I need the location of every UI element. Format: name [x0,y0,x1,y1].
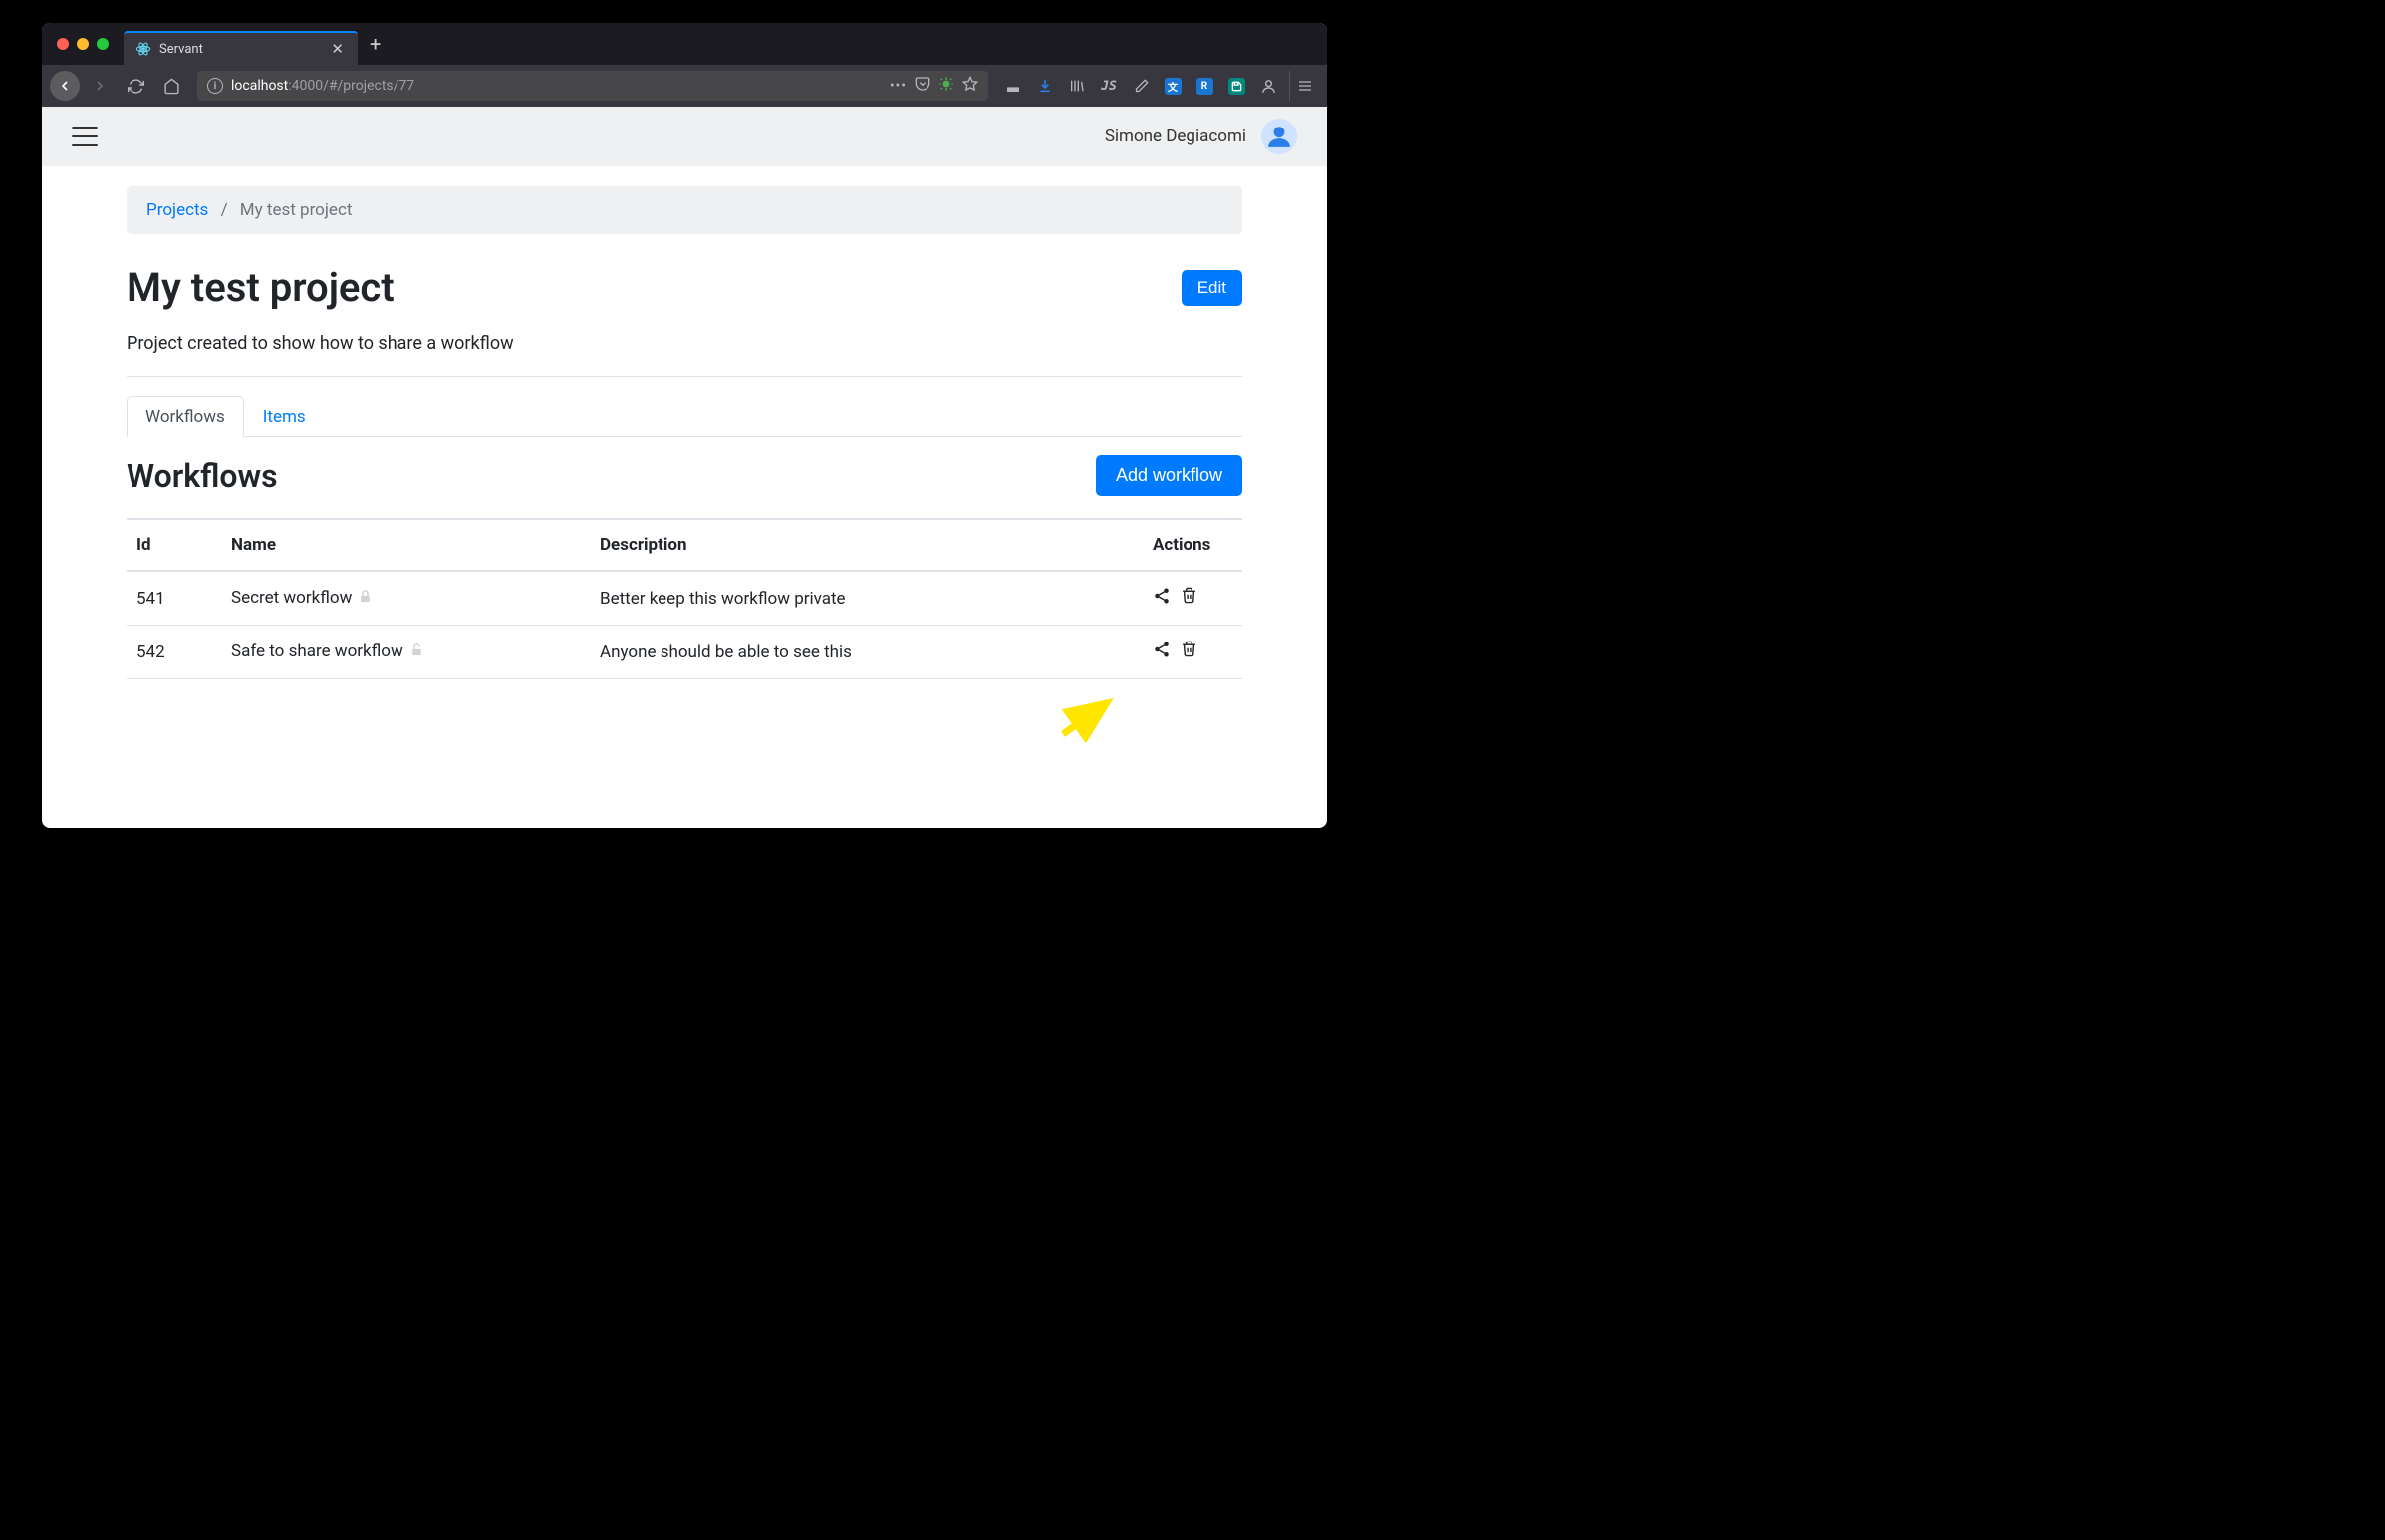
cell-name: Secret workflow [221,571,590,626]
cell-description: Anyone should be able to see this [590,626,1143,679]
table-row: 542Safe to share workflowAnyone should b… [127,626,1242,679]
browser-tab[interactable]: Servant ✕ [124,31,358,65]
library-icon[interactable] [1062,71,1092,101]
window-controls [42,38,124,50]
main-content: Projects / My test project My test proje… [42,166,1327,699]
js-extension-icon[interactable]: JS [1094,71,1124,101]
react-favicon-icon [135,41,151,57]
url-more-icon[interactable]: ••• [890,78,907,94]
url-host: localhost [231,78,288,94]
browser-tab-bar: Servant ✕ + [42,23,1327,65]
col-name: Name [221,519,590,571]
cell-id: 542 [127,626,221,679]
downloads-icon[interactable] [1030,71,1060,101]
url-text: localhost:4000/#/projects/77 [231,78,882,94]
section-header: Workflows Add workflow [127,455,1242,496]
share-icon[interactable] [1153,587,1171,610]
window-maximize-button[interactable] [97,38,109,50]
breadcrumb-root-link[interactable]: Projects [146,200,208,220]
nav-reload-button[interactable] [120,70,151,102]
project-description: Project created to show how to share a w… [127,333,1242,377]
window-minimize-button[interactable] [77,38,89,50]
profile-icon[interactable] [1253,71,1283,101]
col-description: Description [590,519,1143,571]
save-extension-icon[interactable] [1221,71,1251,101]
nav-home-button[interactable] [155,70,187,102]
table-row: 541Secret workflowBetter keep this workf… [127,571,1242,626]
browser-nav-bar: i localhost:4000/#/projects/77 ••• [42,65,1327,107]
url-bar[interactable]: i localhost:4000/#/projects/77 ••• [197,71,988,101]
tab-close-icon[interactable]: ✕ [329,40,346,58]
edit-button[interactable]: Edit [1182,270,1242,306]
nav-back-button[interactable] [50,71,80,101]
cell-id: 541 [127,571,221,626]
cell-description: Better keep this workflow private [590,571,1143,626]
table-header-row: Id Name Description Actions [127,519,1242,571]
browser-toolbar-icons: JS 文 R [998,71,1319,101]
tab-items[interactable]: Items [244,396,325,437]
nav-forward-button[interactable] [84,70,116,102]
user-area[interactable]: Simone Degiacomi [1105,119,1297,154]
r-extension-icon[interactable]: R [1190,71,1219,101]
section-title: Workflows [127,457,278,495]
window-close-button[interactable] [57,38,69,50]
tab-title: Servant [159,42,321,57]
breadcrumb-current: My test project [240,200,353,220]
eyedropper-icon[interactable] [1126,71,1156,101]
cell-name: Safe to share workflow [221,626,590,679]
trash-icon[interactable] [1181,641,1197,663]
browser-menu-icon[interactable] [1289,71,1319,101]
translate-extension-icon[interactable]: 文 [1158,71,1188,101]
tab-nav: Workflows Items [127,396,1242,437]
col-actions: Actions [1143,519,1242,571]
user-name: Simone Degiacomi [1105,127,1246,146]
app-header: Simone Degiacomi [42,107,1327,166]
trash-icon[interactable] [1181,587,1197,610]
tab-workflows[interactable]: Workflows [127,396,244,437]
browser-window: Servant ✕ + i localhost:4000/#/projects/… [42,23,1327,828]
breadcrumb-separator: / [221,200,228,220]
workflows-table: Id Name Description Actions 541Secret wo… [127,518,1242,679]
menu-toggle-button[interactable] [72,127,98,146]
annotation-arrow [1053,692,1123,742]
new-tab-button[interactable]: + [358,32,393,56]
bookmark-star-icon[interactable] [962,76,978,96]
share-icon[interactable] [1153,641,1171,663]
cell-actions [1143,571,1242,626]
inbox-icon[interactable] [998,71,1028,101]
col-id: Id [127,519,221,571]
lock-icon [358,589,373,609]
title-row: My test project Edit [127,264,1242,311]
page-title: My test project [127,264,395,311]
add-workflow-button[interactable]: Add workflow [1096,455,1242,496]
url-path: /#/projects/77 [323,78,414,94]
breadcrumb: Projects / My test project [127,186,1242,234]
user-avatar-icon[interactable] [1261,119,1297,154]
unlock-icon [409,642,424,662]
url-port: :4000 [288,78,323,94]
bug-icon[interactable] [938,76,954,96]
cell-actions [1143,626,1242,679]
site-info-icon[interactable]: i [207,78,223,94]
pocket-icon[interactable] [915,76,930,96]
